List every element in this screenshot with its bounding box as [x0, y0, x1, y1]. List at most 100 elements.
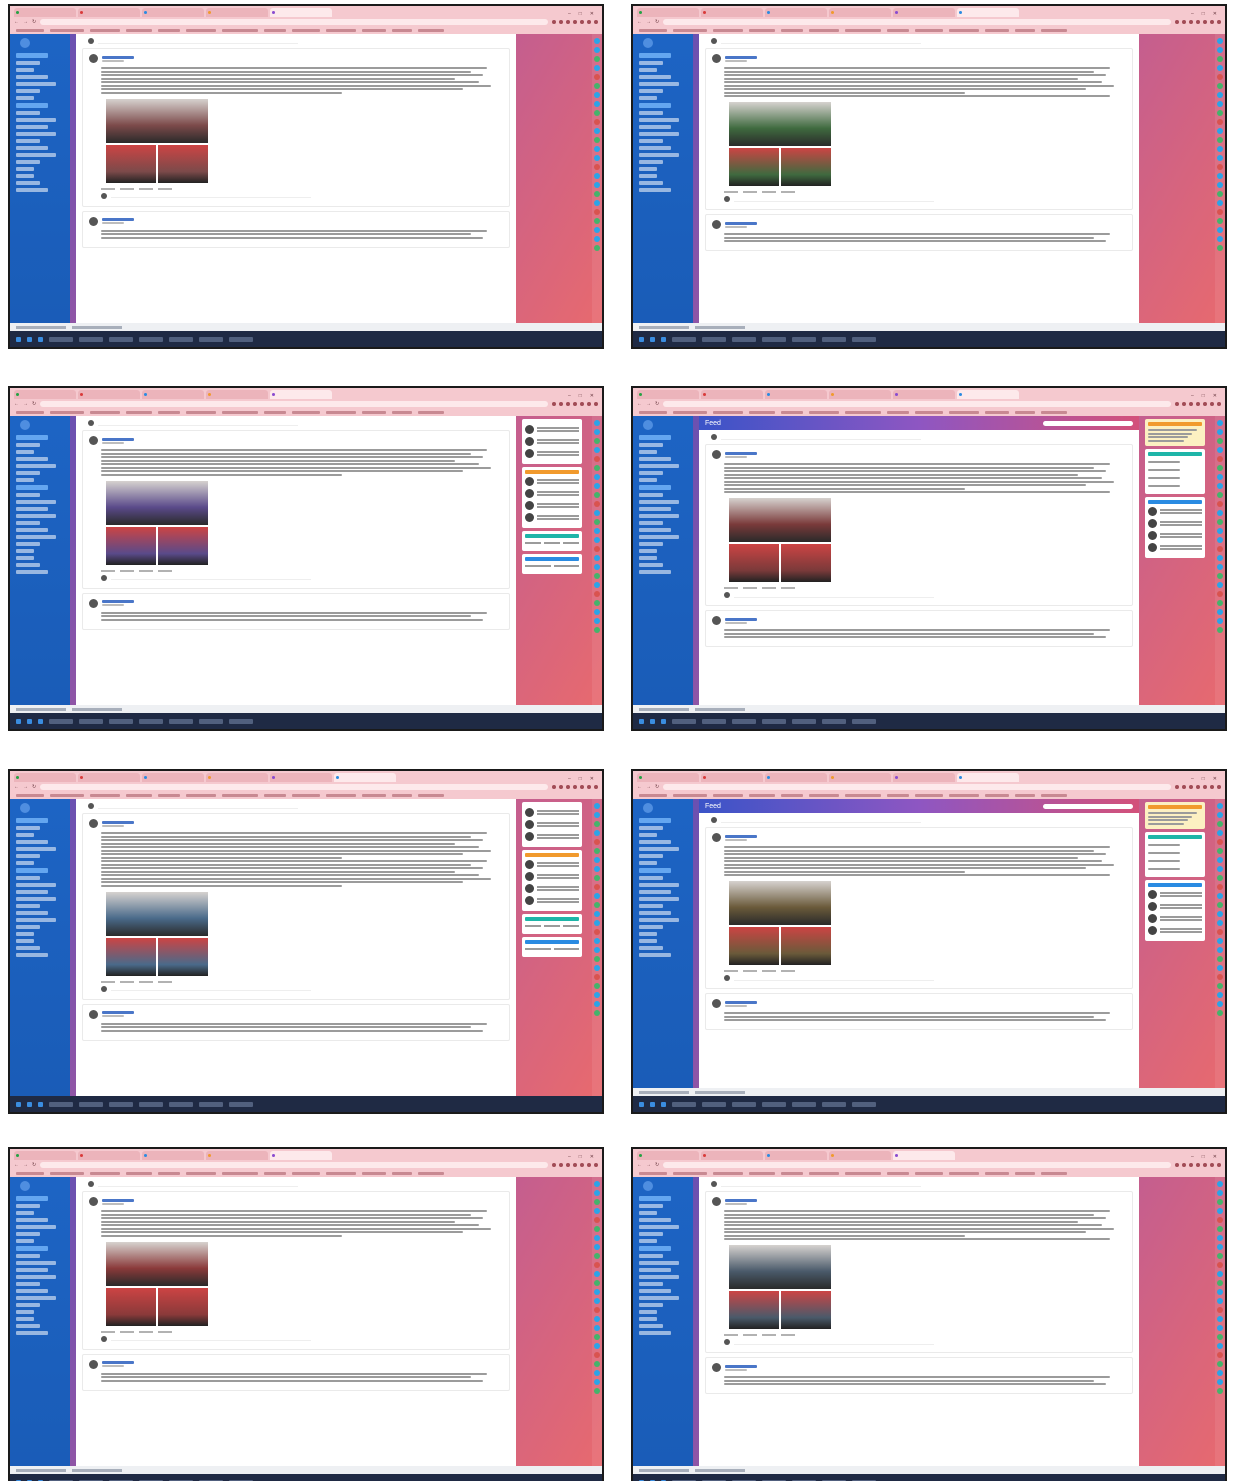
rail-icon[interactable]: [594, 812, 600, 818]
extension-icon[interactable]: [1175, 19, 1179, 24]
rail-icon[interactable]: [1217, 911, 1223, 917]
rail-icon[interactable]: [594, 591, 600, 597]
rail-icon[interactable]: [1217, 420, 1223, 426]
rail-icon[interactable]: [1217, 591, 1223, 597]
sidebar-item[interactable]: [639, 1225, 679, 1229]
sidebar-item[interactable]: [16, 1324, 40, 1328]
comment-button[interactable]: [120, 569, 134, 572]
sidebar-item[interactable]: [639, 549, 657, 553]
user-avatar[interactable]: [525, 896, 534, 905]
sidebar-item[interactable]: [639, 868, 671, 873]
sidebar-item[interactable]: [16, 542, 40, 546]
rail-icon[interactable]: [594, 902, 600, 908]
sidebar-item[interactable]: [16, 549, 34, 553]
bookmark-item[interactable]: [749, 28, 775, 32]
browser-tab[interactable]: [270, 773, 332, 782]
browser-tab[interactable]: [142, 390, 204, 399]
rail-icon[interactable]: [1217, 519, 1223, 525]
taskbar-window[interactable]: [792, 718, 816, 724]
author-name[interactable]: [725, 617, 757, 621]
browser-tab[interactable]: [637, 390, 699, 399]
like-button[interactable]: [101, 1330, 115, 1333]
rail-icon[interactable]: [594, 555, 600, 561]
task-view-icon[interactable]: [661, 1101, 666, 1107]
bookmark-item[interactable]: [845, 410, 881, 414]
gallery-photo[interactable]: [105, 479, 209, 526]
bookmark-item[interactable]: [50, 1171, 84, 1175]
rail-icon[interactable]: [594, 420, 600, 426]
sidebar-item[interactable]: [639, 160, 663, 164]
bookmark-item[interactable]: [985, 793, 1009, 797]
user-avatar[interactable]: [525, 425, 534, 434]
rail-icon[interactable]: [1217, 555, 1223, 561]
taskbar-window[interactable]: [702, 336, 726, 342]
sidebar-item[interactable]: [16, 485, 48, 490]
browser-tab[interactable]: [142, 8, 204, 17]
sidebar-item[interactable]: [639, 89, 663, 93]
rail-icon[interactable]: [594, 1199, 600, 1205]
sidebar-item[interactable]: [16, 53, 48, 58]
bookmark-item[interactable]: [949, 28, 979, 32]
bookmark-item[interactable]: [887, 1171, 909, 1175]
author-avatar[interactable]: [712, 220, 721, 229]
sidebar-item[interactable]: [16, 1196, 48, 1201]
sidebar-item[interactable]: [639, 953, 671, 957]
rail-icon[interactable]: [594, 200, 600, 206]
taskbar-window[interactable]: [852, 1101, 876, 1107]
bookmark-item[interactable]: [362, 793, 386, 797]
bookmark-item[interactable]: [326, 793, 356, 797]
minimize-icon[interactable]: –: [1191, 393, 1194, 399]
extension-icon[interactable]: [552, 19, 556, 24]
sidebar-item[interactable]: [16, 826, 40, 830]
sidebar-item[interactable]: [639, 500, 679, 504]
rail-icon[interactable]: [1217, 200, 1223, 206]
gallery-photo[interactable]: [105, 936, 157, 977]
gallery-photo[interactable]: [728, 880, 832, 926]
comment-button[interactable]: [743, 191, 757, 193]
author-name[interactable]: [725, 834, 757, 838]
back-icon[interactable]: ←: [637, 401, 642, 407]
gallery-photo[interactable]: [105, 97, 209, 144]
bookmark-item[interactable]: [809, 793, 839, 797]
rail-icon[interactable]: [594, 947, 600, 953]
sidebar-item[interactable]: [639, 1211, 657, 1215]
rail-icon[interactable]: [1217, 875, 1223, 881]
sidebar-item[interactable]: [16, 514, 56, 518]
rail-icon[interactable]: [594, 438, 600, 444]
bookmark-item[interactable]: [326, 1171, 356, 1175]
sidebar-item[interactable]: [16, 925, 40, 929]
sidebar-item[interactable]: [639, 818, 671, 823]
sidebar-item[interactable]: [639, 556, 657, 560]
extension-icon[interactable]: [1203, 401, 1207, 406]
sidebar-item[interactable]: [639, 146, 671, 150]
rail-icon[interactable]: [594, 519, 600, 525]
browser-tab[interactable]: [78, 390, 140, 399]
forward-icon[interactable]: →: [23, 784, 28, 790]
sidebar-item[interactable]: [639, 174, 657, 178]
extension-icon[interactable]: [1182, 401, 1186, 406]
taskbar-window[interactable]: [732, 1101, 756, 1107]
rail-icon[interactable]: [1217, 83, 1223, 89]
extension-icon[interactable]: [552, 401, 556, 406]
search-icon[interactable]: [650, 1101, 655, 1107]
reload-icon[interactable]: ↻: [655, 784, 659, 790]
sidebar-item[interactable]: [16, 818, 48, 823]
rail-icon[interactable]: [594, 1001, 600, 1007]
taskbar-window[interactable]: [109, 1101, 133, 1107]
sidebar-item[interactable]: [639, 1261, 679, 1265]
extension-icon[interactable]: [1196, 401, 1200, 406]
reload-icon[interactable]: ↻: [655, 401, 659, 407]
comment-button[interactable]: [743, 970, 757, 972]
maximize-icon[interactable]: □: [1202, 393, 1205, 399]
start-icon[interactable]: [639, 336, 644, 342]
rail-icon[interactable]: [594, 38, 600, 44]
bookmark-item[interactable]: [781, 1171, 803, 1175]
rail-icon[interactable]: [594, 875, 600, 881]
bookmark-item[interactable]: [292, 410, 320, 414]
rail-icon[interactable]: [1217, 573, 1223, 579]
reload-icon[interactable]: ↻: [32, 784, 36, 790]
extension-icon[interactable]: [594, 1162, 598, 1167]
extension-icon[interactable]: [1175, 784, 1179, 789]
download-item[interactable]: [639, 1090, 689, 1094]
author-name[interactable]: [102, 1011, 134, 1014]
